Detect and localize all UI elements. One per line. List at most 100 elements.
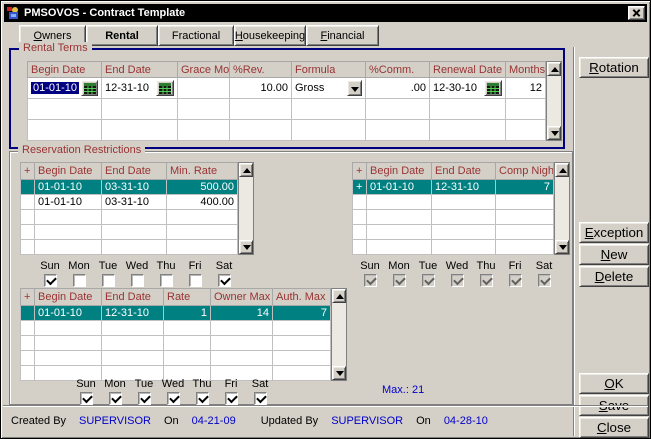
rev-pct-field[interactable]: 10.00 xyxy=(230,78,292,99)
day-tue: Tue xyxy=(96,260,120,287)
day-fri: Fri xyxy=(503,260,527,287)
owner-max-scrollbar[interactable] xyxy=(331,288,347,381)
grace-months-field[interactable] xyxy=(178,78,230,99)
empty-row xyxy=(21,240,238,255)
min-rate-row-selected[interactable]: 01-01-10 03-31-10 500.00 xyxy=(21,180,238,195)
tue-checkbox[interactable] xyxy=(138,392,151,405)
months-field[interactable]: 12 xyxy=(506,78,546,99)
fri-checkbox[interactable] xyxy=(225,392,238,405)
day-wed: Wed xyxy=(445,260,469,287)
day-thu: Thu xyxy=(154,260,178,287)
rental-terms-row: 01-01-10 12-31-10 xyxy=(28,78,546,99)
delete-button[interactable]: Delete xyxy=(579,266,649,287)
scroll-down-icon[interactable] xyxy=(555,240,569,254)
empty-row xyxy=(21,210,238,225)
col-plus: + xyxy=(353,163,367,180)
rotation-button[interactable]: Rotation xyxy=(579,57,649,78)
col-owner-max: Owner Max xyxy=(211,289,273,306)
new-button[interactable]: New xyxy=(579,244,649,265)
end-date-cell: 12-31-10 xyxy=(102,78,178,99)
mon-checkbox[interactable] xyxy=(109,392,122,405)
day-thu: Thu xyxy=(474,260,498,287)
col-comm-pct: %Comm. xyxy=(366,62,430,78)
rental-terms-scrollbar[interactable] xyxy=(546,61,562,141)
wed-checkbox[interactable] xyxy=(167,392,180,405)
created-on-label: On xyxy=(164,415,179,427)
col-min-rate: Min. Rate xyxy=(167,163,238,180)
tab-housekeeping[interactable]: Housekeeping xyxy=(234,25,306,46)
max-caption: Max.: 21 xyxy=(382,384,424,396)
empty-row xyxy=(353,195,554,210)
col-renewal-date: Renewal Date xyxy=(430,62,506,78)
updated-by-value: SUPERVISOR xyxy=(331,415,403,427)
min-rate-table: + Begin Date End Date Min. Rate 01-01-10… xyxy=(20,162,254,255)
empty-row xyxy=(353,210,554,225)
comp-nights-row-selected[interactable]: + 01-01-10 12-31-10 7 xyxy=(353,180,554,195)
exception-button[interactable]: Exception xyxy=(579,222,649,243)
col-end-date: End Date xyxy=(102,289,164,306)
reservation-restrictions-title: Reservation Restrictions xyxy=(18,144,145,157)
comp-nights-days: Sun Mon Tue Wed Thu Fri Sat xyxy=(358,260,556,287)
col-auth-max: Auth. Max xyxy=(273,289,331,306)
window-title: PMSOVOS - Contract Template xyxy=(24,7,185,19)
rental-terms-empty-row xyxy=(28,120,546,141)
begin-date-calendar-icon[interactable] xyxy=(81,80,98,96)
renewal-date-calendar-icon[interactable] xyxy=(484,80,502,96)
col-begin-date: Begin Date xyxy=(367,163,432,180)
col-formula: Formula xyxy=(292,62,366,78)
sat-checkbox xyxy=(538,274,551,287)
min-rate-row[interactable]: 01-01-10 03-31-10 400.00 xyxy=(21,195,238,210)
owner-max-row-selected[interactable]: 01-01-10 12-31-10 1 14 7 xyxy=(21,306,331,321)
day-wed: Wed xyxy=(125,260,149,287)
end-date-field[interactable]: 12-31-10 xyxy=(105,82,149,94)
tue-checkbox xyxy=(422,274,435,287)
empty-row xyxy=(21,321,331,336)
comp-nights-scrollbar[interactable] xyxy=(554,162,570,255)
ok-button[interactable]: OK xyxy=(579,373,649,394)
col-end-date: End Date xyxy=(102,62,178,78)
thu-checkbox[interactable] xyxy=(160,274,173,287)
col-grace-months: Grace Months xyxy=(178,62,230,78)
min-rate-scrollbar[interactable] xyxy=(238,162,254,255)
scroll-up-icon[interactable] xyxy=(332,289,346,303)
end-date-calendar-icon[interactable] xyxy=(156,80,174,96)
scroll-down-icon[interactable] xyxy=(332,366,346,380)
owner-max-days: Sun Mon Tue Wed Thu Fri Sat xyxy=(74,378,272,405)
scroll-up-icon[interactable] xyxy=(239,163,253,177)
tab-financial[interactable]: Financial xyxy=(306,25,379,46)
contract-template-window: PMSOVOS - Contract Template Owners Renta… xyxy=(0,0,651,439)
scroll-up-icon[interactable] xyxy=(547,62,561,76)
thu-checkbox[interactable] xyxy=(196,392,209,405)
created-by-label: Created By xyxy=(11,415,66,427)
formula-dropdown-icon[interactable] xyxy=(347,80,362,96)
fri-checkbox xyxy=(509,274,522,287)
updated-on-label: On xyxy=(416,415,431,427)
col-begin-date: Begin Date xyxy=(35,289,102,306)
empty-row xyxy=(353,225,554,240)
fri-checkbox[interactable] xyxy=(189,274,202,287)
scroll-down-icon[interactable] xyxy=(239,240,253,254)
rental-terms-group: Rental Terms Begin Date End Date Grace M… xyxy=(9,48,565,149)
mon-checkbox[interactable] xyxy=(73,274,86,287)
renewal-date-field[interactable]: 12-30-10 xyxy=(433,82,477,94)
close-icon[interactable] xyxy=(628,6,645,20)
tue-checkbox[interactable] xyxy=(102,274,115,287)
begin-date-field[interactable]: 01-01-10 xyxy=(31,82,79,94)
scroll-up-icon[interactable] xyxy=(555,163,569,177)
empty-row xyxy=(353,240,554,255)
day-thu: Thu xyxy=(190,378,214,405)
scroll-down-icon[interactable] xyxy=(547,126,561,140)
wed-checkbox[interactable] xyxy=(131,274,144,287)
sat-checkbox[interactable] xyxy=(218,274,231,287)
sun-checkbox[interactable] xyxy=(44,274,57,287)
created-by-value: SUPERVISOR xyxy=(79,415,151,427)
empty-row xyxy=(21,351,331,366)
tab-rental[interactable]: Rental xyxy=(86,25,158,46)
rental-terms-header: Begin Date End Date Grace Months %Rev. F… xyxy=(28,62,546,78)
tab-fractional[interactable]: Fractional xyxy=(158,25,234,46)
day-sat: Sat xyxy=(248,378,272,405)
formula-select-value[interactable]: Gross xyxy=(295,82,324,94)
comm-pct-field[interactable]: .00 xyxy=(366,78,430,99)
sat-checkbox[interactable] xyxy=(254,392,267,405)
sun-checkbox[interactable] xyxy=(80,392,93,405)
